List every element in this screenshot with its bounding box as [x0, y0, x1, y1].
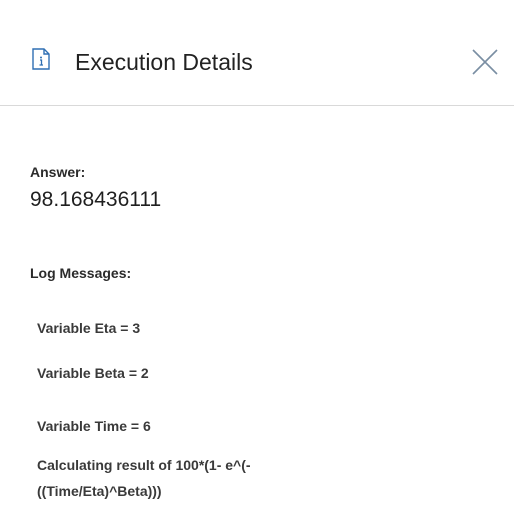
- document-info-icon: [32, 48, 50, 70]
- execution-details-panel: Execution Details Answer: 98.168436111 L…: [0, 0, 514, 523]
- answer-value: 98.168436111: [30, 188, 162, 211]
- panel-header: Execution Details: [0, 0, 514, 106]
- log-messages-label: Log Messages:: [30, 265, 132, 281]
- close-icon: [469, 49, 501, 82]
- log-message: Calculating result of 100*(1- e^(-((Time…: [37, 457, 251, 499]
- close-button[interactable]: [469, 46, 501, 78]
- log-message: Variable Beta = 2: [37, 365, 149, 381]
- panel-title: Execution Details: [75, 49, 253, 75]
- answer-label: Answer:: [30, 164, 86, 180]
- log-message: Variable Eta = 3: [37, 320, 141, 336]
- log-message: Variable Time = 6: [37, 418, 151, 434]
